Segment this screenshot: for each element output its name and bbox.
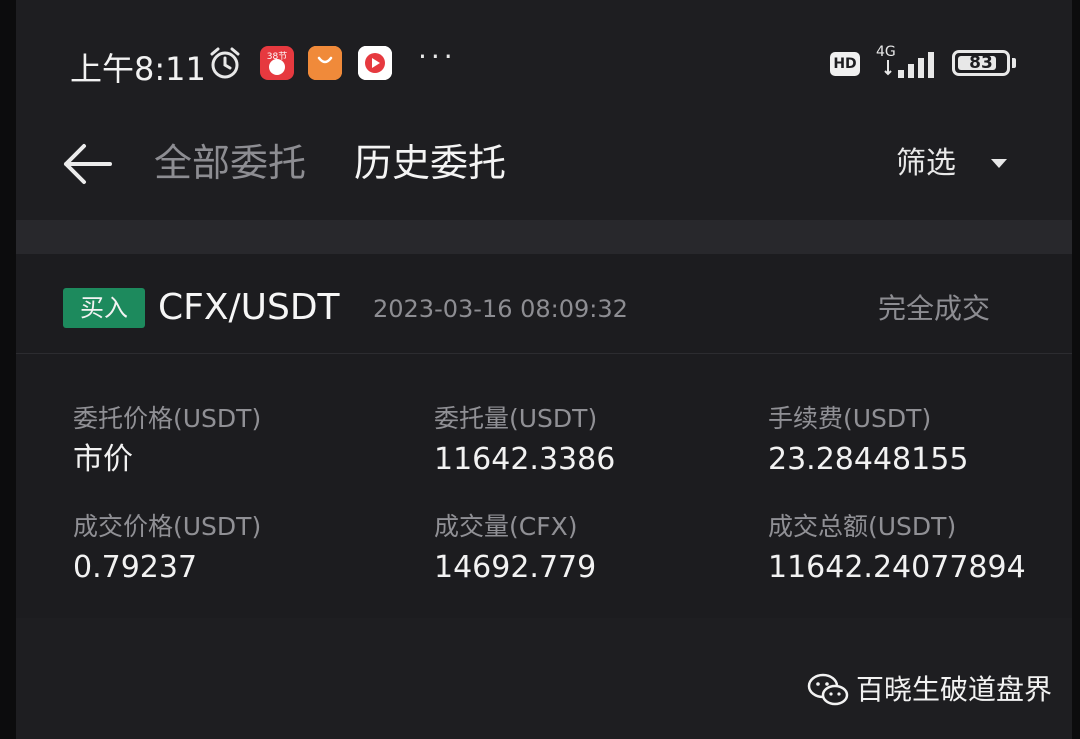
status-time: 上午8:11 — [70, 50, 206, 88]
app-screen: 上午8:11 38节 ··· HD 4G 83 全部委托 历史委托 筛选 买入 … — [16, 0, 1072, 739]
signal-strength-icon — [884, 52, 934, 78]
fill-total-field: 成交总额(USDT) 11642.24077894 — [768, 510, 1026, 588]
order-status: 完全成交 — [878, 292, 991, 325]
fill-price-value: 0.79237 — [73, 550, 198, 585]
hd-voice-badge: HD — [830, 52, 860, 76]
order-card-header: 买入 CFX/USDT 2023-03-16 08:09:32 完全成交 — [16, 254, 1072, 354]
section-divider — [16, 220, 1072, 254]
filter-button[interactable]: 筛选 — [896, 144, 956, 184]
fee-label: 手续费(USDT) — [768, 404, 932, 433]
order-side-badge: 买入 — [63, 288, 145, 328]
fill-quantity-label: 成交量(CFX) — [434, 512, 578, 541]
battery-indicator: 83 — [952, 50, 1010, 76]
fill-total-value: 11642.24077894 — [768, 550, 1026, 585]
fill-price-field: 成交价格(USDT) 0.79237 — [73, 510, 261, 588]
order-amount-field: 委托量(USDT) 11642.3386 — [434, 402, 615, 480]
tab-order-history[interactable]: 历史委托 — [354, 140, 506, 186]
watermark-text: 百晓生破道盘界 — [856, 673, 1053, 706]
orders-header: 全部委托 历史委托 筛选 — [16, 120, 1072, 220]
status-bar: 上午8:11 38节 ··· HD 4G 83 — [16, 0, 1072, 120]
battery-level: 83 — [969, 53, 993, 73]
more-notifications-icon: ··· — [418, 40, 457, 73]
fill-quantity-field: 成交量(CFX) 14692.779 — [434, 510, 596, 588]
order-amount-label: 委托量(USDT) — [434, 404, 598, 433]
order-price-value: 市价 — [73, 442, 133, 477]
fee-field: 手续费(USDT) 23.28448155 — [768, 402, 968, 480]
shopping-bag-app-icon — [308, 46, 342, 80]
order-amount-value: 11642.3386 — [434, 442, 616, 477]
wechat-logo-icon — [807, 673, 849, 706]
app-badge-text: 38节 — [267, 51, 287, 62]
alarm-clock-icon — [210, 47, 240, 79]
tab-all-orders[interactable]: 全部委托 — [154, 140, 306, 186]
order-price-field: 委托价格(USDT) 市价 — [73, 402, 261, 480]
order-price-label: 委托价格(USDT) — [73, 404, 262, 433]
order-card[interactable]: 买入 CFX/USDT 2023-03-16 08:09:32 完全成交 委托价… — [16, 254, 1072, 618]
trading-pair: CFX/USDT — [158, 287, 340, 328]
order-datetime: 2023-03-16 08:09:32 — [373, 295, 628, 323]
fill-quantity-value: 14692.779 — [434, 550, 597, 585]
fill-total-label: 成交总额(USDT) — [768, 512, 957, 541]
video-app-icon — [358, 46, 392, 80]
battery-tip — [1012, 58, 1016, 68]
caret-down-icon[interactable] — [988, 152, 1010, 174]
shopping-app-icon: 38节 — [260, 46, 294, 80]
fill-price-label: 成交价格(USDT) — [73, 512, 262, 541]
fee-value: 23.28448155 — [768, 442, 969, 477]
back-arrow-icon[interactable] — [60, 140, 116, 188]
